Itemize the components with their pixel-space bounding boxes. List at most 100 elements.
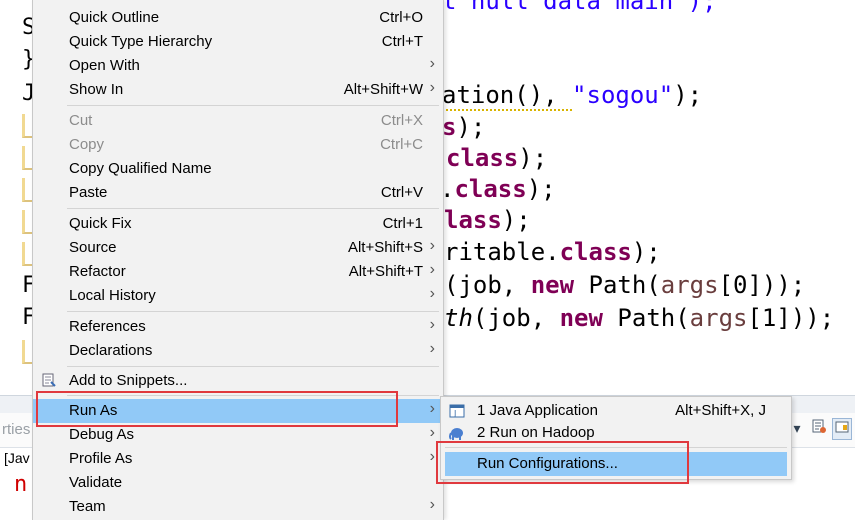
submenu-arrow-icon: › — [429, 400, 435, 417]
code-line-6-tail: ); — [631, 238, 661, 266]
menu-item-accelerator: Ctrl+V — [380, 184, 423, 201]
menu-item-declarations[interactable]: Declarations › — [33, 339, 443, 363]
run-as-submenu: J 1 Java Application Alt+Shift+X, J 2 Ru… — [440, 396, 792, 480]
menu-item-label: Quick Type Hierarchy — [69, 33, 213, 50]
code-line-8-c: [1])); — [747, 304, 835, 332]
menu-item-label: References — [69, 318, 146, 335]
code-line-0-text: t null data main"); — [442, 0, 717, 15]
java-application-icon: J — [449, 403, 465, 419]
submenu-arrow-icon: › — [429, 55, 435, 72]
code-line-8-keyword: new — [559, 304, 603, 332]
hadoop-elephant-icon — [449, 425, 465, 441]
submenu-arrow-icon: › — [429, 316, 435, 333]
menu-item-label: Validate — [69, 474, 123, 491]
submenu-item-label: 2 Run on Hadoop — [477, 424, 595, 441]
submenu-arrow-icon: › — [429, 285, 435, 302]
menu-item-accelerator: Ctrl+X — [380, 112, 423, 129]
code-line-5-tail: ); — [501, 206, 531, 234]
code-line-4-keyword: class — [454, 175, 527, 203]
menu-item-add-to-snippets[interactable]: Add to Snippets... — [33, 369, 443, 393]
menu-item-accelerator: Ctrl+1 — [382, 215, 423, 232]
menu-item-copy[interactable]: Copy Ctrl+C — [33, 133, 443, 157]
submenu-arrow-icon: › — [429, 237, 435, 254]
menu-item-accelerator: Ctrl+O — [379, 9, 423, 26]
menu-item-paste[interactable]: Paste Ctrl+V — [33, 181, 443, 205]
menu-item-copy-qualified-name[interactable]: Copy Qualified Name — [33, 157, 443, 181]
code-line-7-keyword: new — [530, 271, 575, 299]
console-error-fragment: n — [14, 472, 28, 497]
code-line-6-head: ritable. — [444, 238, 560, 266]
menu-item-accelerator: Alt+Shift+S — [347, 239, 423, 256]
code-line-7-a: (job, — [444, 271, 531, 299]
menu-item-quick-outline[interactable]: Quick Outline Ctrl+O — [33, 6, 443, 30]
code-line-5-keyword: lass — [444, 206, 502, 234]
menu-item-validate[interactable]: Validate — [33, 471, 443, 495]
submenu-arrow-icon: › — [429, 496, 435, 513]
menu-item-quick-type-hierarchy[interactable]: Quick Type Hierarchy Ctrl+T — [33, 30, 443, 54]
menu-item-run-as[interactable]: Run As › — [33, 399, 443, 423]
menu-item-cut[interactable]: Cut Ctrl+X — [33, 109, 443, 133]
menu-item-source[interactable]: Source Alt+Shift+S › — [33, 236, 443, 260]
code-line-8-var: args — [689, 304, 748, 332]
menu-item-label: Cut — [69, 112, 93, 129]
menu-item-debug-as[interactable]: Debug As › — [33, 423, 443, 447]
menu-item-accelerator: Ctrl+C — [380, 136, 423, 153]
toolbar-pin-icon[interactable] — [810, 418, 828, 438]
menu-separator — [67, 105, 439, 106]
menu-item-label: Add to Snippets... — [69, 372, 188, 389]
code-line-6-keyword: class — [559, 238, 632, 266]
menu-item-accelerator: Alt+Shift+T — [348, 263, 423, 280]
properties-tab-fragment[interactable]: rties — [2, 421, 30, 438]
menu-item-open-with[interactable]: Open With › — [33, 54, 443, 78]
context-menu: Quick Outline Ctrl+O Quick Type Hierarchy… — [32, 0, 444, 520]
code-line-8-italic: th — [444, 304, 473, 332]
submenu-item-label: Run Configurations... — [477, 455, 618, 472]
console-row-fragment: [Jav — [4, 450, 30, 466]
code-line-6: ritable.class); — [444, 237, 661, 267]
menu-item-label: Profile As — [69, 450, 133, 467]
code-line-8-b: Path( — [602, 304, 690, 332]
submenu-arrow-icon: › — [429, 424, 435, 441]
menu-item-references[interactable]: References › — [33, 315, 443, 339]
code-line-1: ation(), "sogou"); — [442, 80, 702, 111]
code-line-7-var: args — [660, 271, 719, 299]
code-line-0: t null data main"); — [442, 0, 717, 16]
code-line-4: .class); — [440, 174, 556, 204]
submenu-item-run-configurations[interactable]: Run Configurations... — [445, 452, 787, 476]
menu-item-quick-fix[interactable]: Quick Fix Ctrl+1 — [33, 212, 443, 236]
submenu-item-run-on-hadoop[interactable]: 2 Run on Hadoop — [441, 421, 791, 445]
submenu-arrow-icon: › — [429, 79, 435, 96]
code-line-8-a: (job, — [472, 304, 560, 332]
menu-item-profile-as[interactable]: Profile As › — [33, 447, 443, 471]
snippet-icon — [42, 373, 56, 388]
menu-item-label: Local History — [69, 287, 156, 304]
toolbar-lock-icon[interactable] — [832, 418, 852, 440]
menu-item-team[interactable]: Team › — [33, 495, 443, 519]
menu-item-refactor[interactable]: Refactor Alt+Shift+T › — [33, 260, 443, 284]
code-line-3-tail: ); — [518, 144, 548, 172]
menu-item-label: Team — [69, 498, 106, 515]
menu-item-local-history[interactable]: Local History › — [33, 284, 443, 308]
submenu-item-accelerator: Alt+Shift+X, J — [675, 402, 766, 419]
submenu-item-java-application[interactable]: J 1 Java Application Alt+Shift+X, J — [441, 399, 791, 423]
menu-item-label: Show In — [69, 81, 124, 98]
svg-text:J: J — [453, 409, 456, 418]
submenu-item-label: 1 Java Application — [477, 402, 598, 419]
code-line-7-b: Path( — [574, 271, 661, 299]
code-line-1-head: ation(), — [442, 81, 573, 111]
submenu-separator — [445, 447, 787, 448]
code-line-3: class); — [446, 143, 547, 173]
code-line-7-c: [0])); — [718, 271, 806, 299]
menu-separator — [67, 311, 439, 312]
code-line-2: s); — [442, 112, 485, 142]
menu-separator — [67, 208, 439, 209]
menu-item-accelerator: Ctrl+T — [381, 33, 423, 50]
menu-item-label: Run As — [69, 402, 118, 419]
menu-item-label: Refactor — [69, 263, 126, 280]
submenu-arrow-icon: › — [429, 448, 435, 465]
code-line-2-tail: ); — [456, 113, 486, 141]
menu-item-show-in[interactable]: Show In Alt+Shift+W › — [33, 78, 443, 102]
submenu-arrow-icon: › — [429, 340, 435, 357]
menu-item-label: Debug As — [69, 426, 135, 443]
code-line-1-string: "sogou" — [572, 81, 674, 109]
